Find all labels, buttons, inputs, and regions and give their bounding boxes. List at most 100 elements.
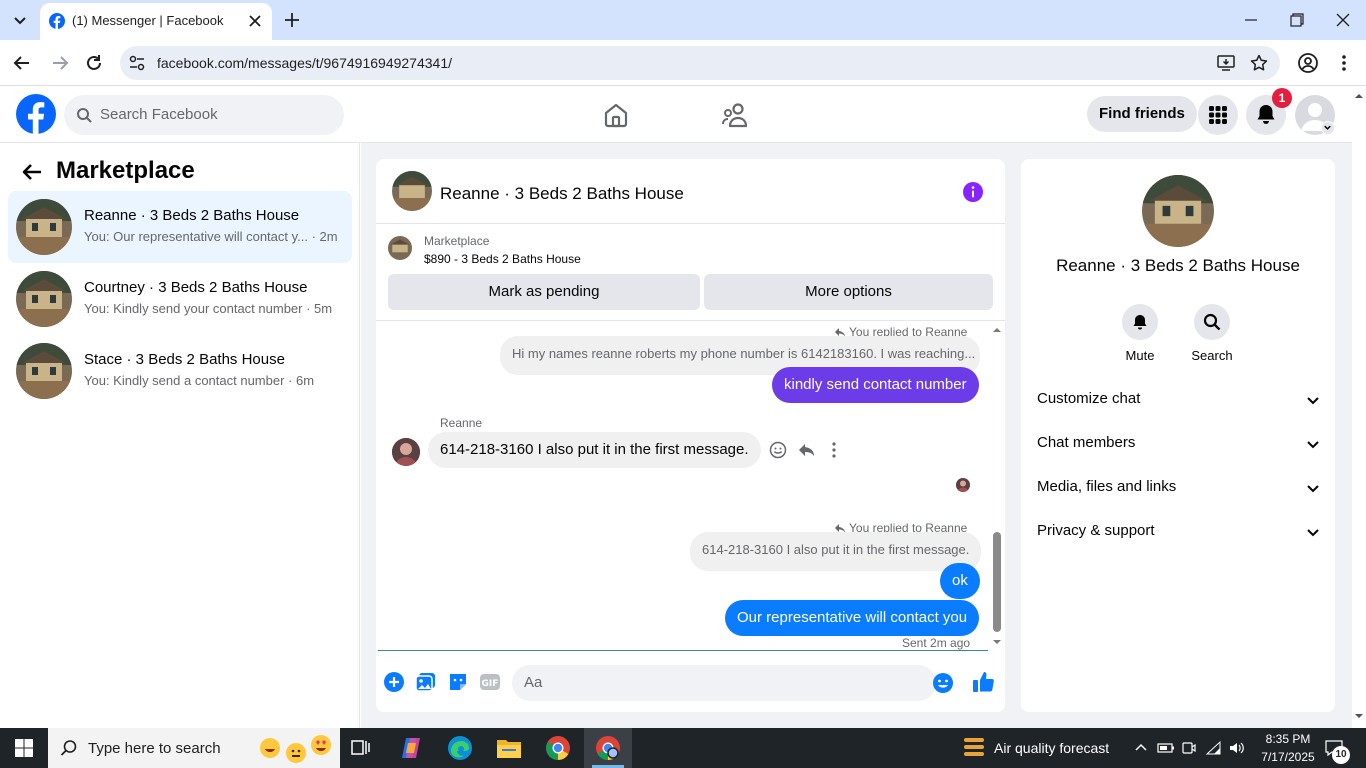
- browser-tab[interactable]: (1) Messenger | Facebook: [40, 3, 272, 40]
- volume-icon[interactable]: [1228, 740, 1246, 756]
- add-attachment-icon[interactable]: [383, 671, 405, 693]
- thread-scrollbar[interactable]: [990, 322, 1004, 650]
- chat-members-section[interactable]: Chat members: [1037, 422, 1321, 466]
- sticker-icon[interactable]: [447, 671, 469, 693]
- weather-text[interactable]: Air quality forecast: [994, 740, 1109, 756]
- chat-title[interactable]: Reanne · 3 Beds 2 Baths House: [440, 184, 684, 204]
- gif-icon[interactable]: GIF: [479, 671, 501, 693]
- listing-title[interactable]: $890 - 3 Beds 2 Baths House: [424, 252, 581, 266]
- notification-badge: 1: [1272, 88, 1292, 108]
- message-input-placeholder: Aa: [524, 674, 543, 691]
- section-label: Media, files and links: [1037, 478, 1177, 495]
- clock-date[interactable]: 7/17/2025: [1254, 750, 1322, 764]
- mark-as-pending-button[interactable]: Mark as pending: [388, 274, 700, 310]
- facebook-logo-icon[interactable]: [16, 94, 56, 134]
- minimize-icon[interactable]: [1243, 12, 1259, 28]
- tab-close-icon[interactable]: [247, 13, 263, 29]
- menu-grid-button[interactable]: [1198, 95, 1238, 135]
- show-hidden-icons-icon[interactable]: [1133, 740, 1149, 756]
- chrome-icon[interactable]: [545, 735, 571, 761]
- taskbar-search-box[interactable]: Type here to search: [48, 728, 340, 768]
- url-text: facebook.com/messages/t/9674916949274341…: [157, 55, 452, 71]
- new-tab-icon[interactable]: [283, 11, 301, 29]
- close-window-icon[interactable]: [1335, 12, 1351, 28]
- browser-menu-icon[interactable]: [1334, 53, 1354, 73]
- info-icon[interactable]: [962, 181, 984, 203]
- copilot-icon[interactable]: [398, 735, 424, 761]
- conversation-preview: You: Kindly send your contact number · 5…: [84, 301, 333, 316]
- task-view-icon[interactable]: [350, 738, 370, 758]
- emoji-faces-icon: [260, 734, 334, 764]
- sender-name: Reanne: [440, 416, 483, 430]
- chat-details-panel: Reanne · 3 Beds 2 Baths House Mute Searc…: [1021, 159, 1335, 712]
- media-files-links-section[interactable]: Media, files and links: [1037, 466, 1321, 510]
- wifi-icon[interactable]: [1205, 740, 1223, 756]
- emoji-icon[interactable]: [932, 672, 954, 694]
- incoming-message[interactable]: 614-218-3160 I also put it in the first …: [428, 432, 761, 468]
- friends-icon[interactable]: [721, 101, 749, 129]
- like-thumbs-up-icon[interactable]: [972, 670, 996, 694]
- chat-avatar[interactable]: [392, 171, 432, 211]
- windows-start-icon[interactable]: [15, 739, 33, 757]
- clock-time[interactable]: 8:35 PM: [1258, 732, 1318, 746]
- reload-icon[interactable]: [84, 53, 104, 73]
- outgoing-message[interactable]: ok: [940, 563, 980, 599]
- conversation-item[interactable]: Reanne · 3 Beds 2 Baths House You: Our r…: [8, 191, 352, 263]
- conversation-preview: You: Kindly send a contact number · 6m: [84, 373, 315, 388]
- search-placeholder: Search Facebook: [100, 106, 218, 123]
- details-avatar[interactable]: [1142, 175, 1214, 247]
- chat-panel: Reanne · 3 Beds 2 Baths House Marketplac…: [376, 159, 1005, 712]
- mute-button[interactable]: Mute: [1108, 304, 1172, 363]
- more-actions-icon[interactable]: [825, 441, 843, 459]
- more-options-button[interactable]: More options: [704, 274, 993, 310]
- marketplace-label: Marketplace: [424, 234, 490, 248]
- address-bar[interactable]: facebook.com/messages/t/9674916949274341…: [120, 46, 1280, 80]
- facebook-search-input[interactable]: Search Facebook: [64, 95, 344, 135]
- message-input[interactable]: Aa: [512, 665, 953, 701]
- conversation-name: Courtney · 3 Beds 2 Baths House: [84, 279, 308, 296]
- outgoing-message[interactable]: kindly send contact number: [772, 367, 979, 403]
- reply-arrow-icon[interactable]: [797, 441, 815, 459]
- quoted-message[interactable]: 614-218-3160 I also put it in the first …: [690, 532, 982, 571]
- install-app-icon[interactable]: [1217, 54, 1235, 72]
- photo-icon[interactable]: [415, 671, 437, 693]
- tab-search-chevron-icon[interactable]: [10, 10, 30, 30]
- weather-icon[interactable]: [962, 736, 986, 760]
- seen-avatar: [956, 478, 970, 492]
- chevron-down-icon: [1307, 485, 1319, 493]
- site-settings-icon[interactable]: [128, 54, 146, 72]
- browser-tab-strip: (1) Messenger | Facebook: [0, 0, 1366, 40]
- house-avatar: [16, 199, 72, 255]
- chevron-down-icon: [1307, 397, 1319, 405]
- search-in-chat-button[interactable]: Search: [1180, 304, 1244, 363]
- chrome-active-app[interactable]: [584, 728, 632, 768]
- search-label: Search: [1191, 348, 1233, 363]
- tab-title: (1) Messenger | Facebook: [72, 13, 224, 28]
- sender-avatar[interactable]: [392, 438, 420, 466]
- section-label: Privacy & support: [1037, 522, 1155, 539]
- page-scrollbar[interactable]: [1352, 86, 1366, 728]
- back-icon[interactable]: [12, 53, 32, 73]
- find-friends-button[interactable]: Find friends: [1087, 96, 1197, 132]
- react-emoji-icon[interactable]: [769, 441, 787, 459]
- bookmark-star-icon[interactable]: [1250, 54, 1268, 72]
- profile-icon[interactable]: [1297, 52, 1319, 74]
- meet-now-icon[interactable]: [1181, 740, 1197, 756]
- customize-chat-section[interactable]: Customize chat: [1037, 378, 1321, 422]
- privacy-support-section[interactable]: Privacy & support: [1037, 510, 1321, 554]
- conversation-item[interactable]: Courtney · 3 Beds 2 Baths House You: Kin…: [8, 263, 352, 335]
- sent-status: Sent 2m ago: [902, 636, 971, 650]
- edge-browser-icon[interactable]: [447, 735, 473, 761]
- back-arrow-icon[interactable]: [20, 160, 44, 184]
- conversation-item[interactable]: Stace · 3 Beds 2 Baths House You: Kindly…: [8, 335, 352, 407]
- chevron-down-icon: [1307, 529, 1319, 537]
- file-explorer-icon[interactable]: [496, 736, 522, 760]
- restore-icon[interactable]: [1289, 12, 1305, 28]
- section-label: Chat members: [1037, 434, 1136, 451]
- battery-icon[interactable]: [1157, 740, 1175, 756]
- listing-thumbnail[interactable]: [388, 236, 412, 260]
- outgoing-message[interactable]: Our representative will contact you: [725, 600, 980, 636]
- forward-icon[interactable]: [50, 53, 70, 73]
- account-chevron-icon[interactable]: [1321, 121, 1335, 135]
- home-icon[interactable]: [602, 101, 630, 129]
